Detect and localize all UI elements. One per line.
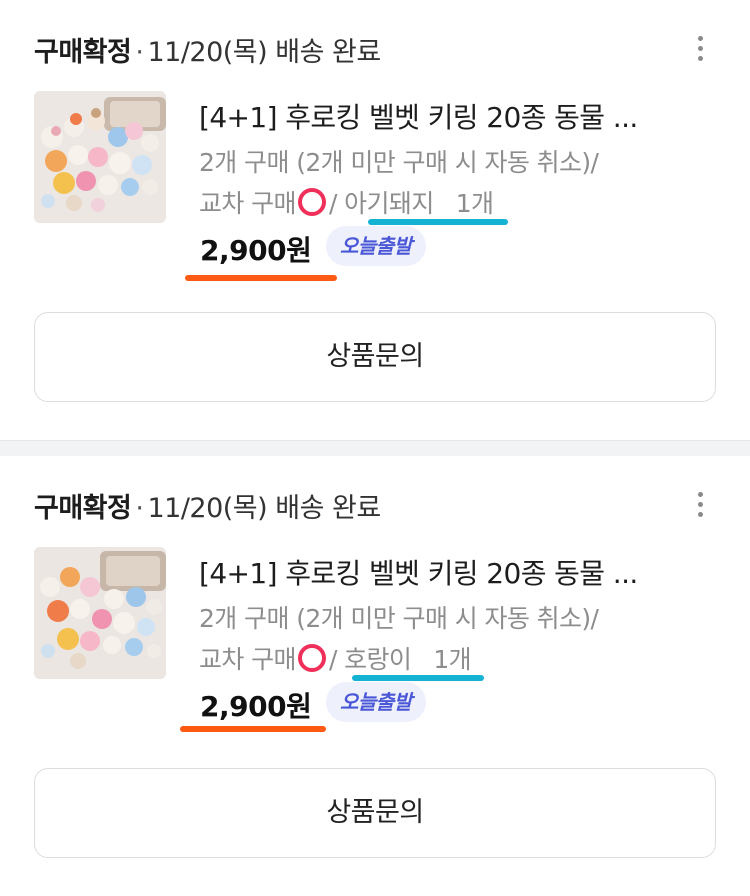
today-shipping-badge: 오늘출발 xyxy=(326,226,426,266)
keyring-photo-icon xyxy=(34,547,166,679)
status-separator: · xyxy=(135,493,144,524)
delivery-status: 11/20(목) 배송 완료 xyxy=(147,493,381,524)
product-title[interactable]: [4+1] 후로킹 벨벳 키링 20종 동물 ... xyxy=(199,96,638,136)
product-option-selection: 교차 구매 / 호랑이 1개 xyxy=(199,640,472,676)
option-quantity: 1개 xyxy=(455,189,494,218)
product-inquiry-button[interactable]: 상품문의 xyxy=(34,312,716,402)
product-thumbnail[interactable] xyxy=(34,547,166,679)
status-separator: · xyxy=(135,37,144,68)
option-prefix: 교차 구매 xyxy=(199,189,297,218)
option-name: / 아기돼지 xyxy=(328,189,434,218)
more-options-icon[interactable] xyxy=(688,492,712,522)
product-price: 2,900원 xyxy=(200,234,312,267)
product-option-line: 2개 구매 (2개 미만 구매 시 자동 취소)/ xyxy=(199,604,599,633)
order-status: 구매확정 · 11/20(목) 배송 완료 xyxy=(34,30,381,69)
order-status: 구매확정 · 11/20(목) 배송 완료 xyxy=(34,486,381,525)
product-inquiry-button[interactable]: 상품문의 xyxy=(34,768,716,858)
product-option-line: 2개 구매 (2개 미만 구매 시 자동 취소)/ xyxy=(199,148,599,177)
red-circle-icon xyxy=(297,188,326,216)
order-card: 구매확정 · 11/20(목) 배송 완료 [4+1] 후로킹 벨벳 키링 20종 … xyxy=(0,456,750,896)
delivery-status: 11/20(목) 배송 완료 xyxy=(147,37,381,68)
purchase-confirmed-label: 구매확정 xyxy=(34,37,132,68)
today-shipping-badge: 오늘출발 xyxy=(326,682,426,722)
product-thumbnail[interactable] xyxy=(34,91,166,223)
product-option-selection: 교차 구매 / 아기돼지 1개 xyxy=(199,184,494,220)
annotation-underline-option xyxy=(352,675,484,681)
product-title[interactable]: [4+1] 후로킹 벨벳 키링 20종 동물 ... xyxy=(199,552,638,592)
section-divider xyxy=(0,440,750,456)
annotation-underline-price xyxy=(180,726,326,732)
red-circle-icon xyxy=(297,644,326,672)
option-prefix: 교차 구매 xyxy=(199,645,297,674)
keyring-photo-icon xyxy=(34,91,166,223)
order-card: 구매확정 · 11/20(목) 배송 완료 [4+1] 후로킹 벨벳 키링 20종 … xyxy=(0,0,750,440)
annotation-underline-option xyxy=(368,219,508,225)
purchase-confirmed-label: 구매확정 xyxy=(34,493,132,524)
option-name: / 호랑이 xyxy=(328,645,412,674)
annotation-underline-price xyxy=(185,275,337,281)
option-quantity: 1개 xyxy=(433,645,472,674)
more-options-icon[interactable] xyxy=(688,36,712,66)
product-price: 2,900원 xyxy=(200,690,312,723)
